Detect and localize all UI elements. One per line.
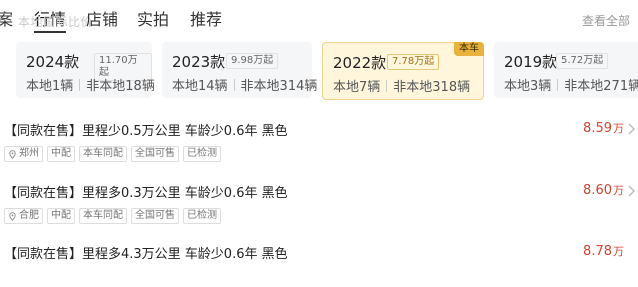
divider <box>557 79 559 91</box>
listing-item[interactable]: 【同款在售】里程多4.3万公里 车龄少0.6年 黑色 8.78万 <box>0 231 638 287</box>
location-text: 郑州 <box>19 148 39 159</box>
listing-title: 【同款在售】里程少0.5万公里 车龄少0.6年 黑色 <box>4 124 288 139</box>
location-pin-icon <box>9 211 16 221</box>
card-price: 9.98万起 <box>226 53 279 69</box>
divider <box>79 79 81 91</box>
card-counts: 本地14辆 非本地314辆 <box>172 75 317 94</box>
tab-active-indicator <box>34 31 67 33</box>
card-local-count: 本地1辆 <box>26 79 74 94</box>
card-counts: 本地1辆 非本地18辆 <box>26 75 155 94</box>
divider <box>233 79 235 91</box>
chevron-right-icon <box>628 185 635 197</box>
listing-tags: 合肥 中配 本车同配 全国可售 已检测 <box>4 208 221 224</box>
card-year: 2019款 <box>504 53 558 71</box>
card-nonlocal-count: 非本地314辆 <box>240 79 318 94</box>
card-year: 2023款 <box>172 53 226 71</box>
location-tag: 郑州 <box>4 146 43 162</box>
price-value: 8.59 <box>583 121 612 136</box>
tab-recommend[interactable]: 推荐 <box>190 6 222 30</box>
price-value: 8.78 <box>583 244 612 259</box>
card-year: 2024款 <box>26 53 80 71</box>
price-value: 8.60 <box>583 183 612 198</box>
tag: 本车同配 <box>79 208 127 224</box>
location-tag: 合肥 <box>4 208 43 224</box>
listing-item[interactable]: 【同款在售】里程少0.5万公里 车龄少0.6年 黑色 郑州 中配 本车同配 全国… <box>0 108 638 164</box>
tab-partial[interactable]: 案 <box>0 6 13 30</box>
year-card-2024[interactable]: 2024款 11.70万起 本地1辆 非本地18辆 <box>16 42 155 98</box>
card-local-count: 本地7辆 <box>333 80 381 95</box>
card-nonlocal-count: 非本地18辆 <box>86 79 155 94</box>
card-counts: 本地3辆 非本地271辆 <box>504 75 638 94</box>
current-car-badge: 本车 <box>454 42 484 56</box>
card-local-count: 本地14辆 <box>172 79 228 94</box>
tag: 全国可售 <box>131 208 179 224</box>
year-card-strip: 2024款 11.70万起 本地1辆 非本地18辆 2023款 9.98万起 本地… <box>0 42 638 102</box>
year-card-2023[interactable]: 2023款 9.98万起 本地14辆 非本地314辆 <box>162 42 317 98</box>
tab-photos[interactable]: 实拍 <box>137 6 169 30</box>
card-nonlocal-count: 非本地318辆 <box>393 80 471 95</box>
listing-tags: 郑州 中配 本车同配 全国可售 已检测 <box>4 146 221 162</box>
tag: 中配 <box>47 146 75 162</box>
listing-price: 8.60万 <box>583 182 624 198</box>
card-price: 5.72万起 <box>556 53 609 69</box>
card-price: 7.78万起 <box>387 54 440 70</box>
tag: 全国可售 <box>131 146 179 162</box>
tag: 本车同配 <box>79 146 127 162</box>
tag: 已检测 <box>183 208 221 224</box>
tag: 中配 <box>47 208 75 224</box>
view-all-link[interactable]: 查看全部 <box>582 12 630 29</box>
price-unit: 万 <box>613 122 624 135</box>
tab-bar: 案 行情 本地国际比价 店铺 实拍 推荐 查看全部 <box>0 0 638 36</box>
listing-price: 8.78万 <box>583 243 624 259</box>
price-unit: 万 <box>613 184 624 197</box>
year-card-2019[interactable]: 2019款 5.72万起 本地3辆 非本地271辆 <box>494 42 638 98</box>
location-text: 合肥 <box>19 210 39 221</box>
listing-title: 【同款在售】里程多0.3万公里 车龄少0.6年 黑色 <box>4 186 288 201</box>
location-pin-icon <box>9 149 16 159</box>
card-counts: 本地7辆 非本地318辆 <box>333 76 470 95</box>
faded-overlay-text: 本地国际比价 <box>18 15 94 29</box>
divider <box>386 80 388 92</box>
year-card-2022[interactable]: 2022款 7.78万起 本车 本地7辆 非本地318辆 <box>322 42 484 100</box>
card-nonlocal-count: 非本地271辆 <box>564 79 638 94</box>
tag: 已检测 <box>183 146 221 162</box>
chevron-right-icon <box>628 123 635 135</box>
card-year: 2022款 <box>333 54 387 72</box>
tab-store[interactable]: 店铺 <box>86 6 118 30</box>
listing-item[interactable]: 【同款在售】里程多0.3万公里 车龄少0.6年 黑色 合肥 中配 本车同配 全国… <box>0 170 638 226</box>
listing-price: 8.59万 <box>583 120 624 136</box>
price-unit: 万 <box>613 245 624 258</box>
listing-title: 【同款在售】里程多4.3万公里 车龄少0.6年 黑色 <box>4 247 288 262</box>
card-local-count: 本地3辆 <box>504 79 552 94</box>
